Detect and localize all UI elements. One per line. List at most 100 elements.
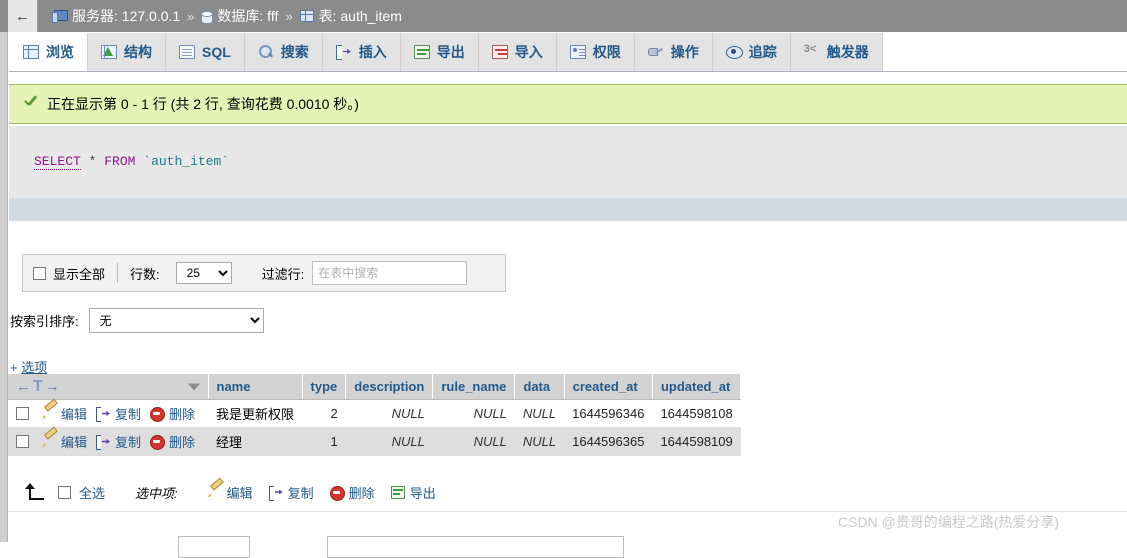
filter-rows-label: 过滤行:	[261, 266, 305, 282]
tab-sql-label: SQL	[202, 44, 231, 60]
delete-icon[interactable]	[150, 435, 166, 450]
column-header-description[interactable]: description	[345, 374, 434, 400]
table-icon	[299, 10, 314, 22]
tab-import-label: 导入	[514, 44, 543, 60]
row-actions-cell: 编辑 复制 删除	[8, 427, 208, 456]
tab-structure[interactable]: 结构	[87, 33, 166, 71]
column-header-nav[interactable]: ← T →	[8, 374, 209, 400]
bottom-input-partial[interactable]	[327, 536, 624, 558]
tab-triggers[interactable]: 触发器	[789, 33, 883, 71]
bulk-edit-button[interactable]: 编辑	[208, 483, 253, 502]
tab-insert-label: 插入	[358, 44, 387, 60]
cell-rule-name: NULL	[432, 427, 515, 456]
check-all-label[interactable]: 全选	[79, 483, 105, 502]
export-icon	[413, 45, 430, 59]
cell-description: NULL	[345, 427, 433, 456]
copy-icon[interactable]	[96, 435, 110, 450]
check-all-checkbox[interactable]	[58, 485, 71, 499]
tab-export[interactable]: 导出	[399, 33, 479, 71]
tab-operations[interactable]: 操作	[633, 33, 713, 71]
tab-tracking[interactable]: 追踪	[711, 33, 791, 71]
edit-icon	[208, 486, 222, 499]
rows-per-page-select[interactable]: 25	[175, 262, 232, 284]
row-copy-link[interactable]: 复制	[115, 404, 141, 423]
status-message: 正在显示第 0 - 1 行 (共 2 行, 查询花费 0.0010 秒。)	[9, 84, 1127, 124]
edit-icon[interactable]	[42, 435, 56, 448]
sql-query-panel: SELECT * FROM `auth_item`	[9, 126, 1127, 198]
tab-sql[interactable]: SQL	[165, 33, 245, 71]
bulk-export-button[interactable]: 导出	[390, 483, 436, 502]
structure-icon	[101, 45, 117, 59]
cell-description: NULL	[345, 399, 433, 428]
filter-rows-input[interactable]	[312, 261, 468, 285]
back-arrow-icon: ←	[15, 7, 30, 25]
copy-icon	[268, 485, 283, 501]
row-checkbox[interactable]	[16, 435, 29, 448]
tab-browse[interactable]: 浏览	[9, 33, 88, 71]
breadcrumb-database-label: 数据库: fff	[217, 8, 279, 24]
tab-export-label: 导出	[436, 44, 465, 60]
server-icon	[52, 9, 68, 23]
cell-type: 1	[302, 427, 346, 456]
select-all-arrow-icon	[22, 483, 44, 501]
delete-icon[interactable]	[150, 407, 166, 422]
back-button[interactable]: ←	[8, 0, 38, 32]
cell-name: 我是更新权限	[208, 399, 303, 428]
tab-structure-label: 结构	[124, 44, 152, 60]
cell-name: 经理	[208, 427, 303, 456]
column-header-data[interactable]: data	[514, 374, 565, 400]
sql-keyword-from: FROM	[104, 154, 136, 169]
breadcrumb-table[interactable]: 表: auth_item	[299, 6, 402, 26]
cell-data: NULL	[514, 399, 565, 428]
options-label: 选项	[21, 360, 48, 375]
tab-bar: 浏览 结构 SQL 搜索 插入 导出 导入 权限 操作 追踪 触发器	[9, 32, 1127, 72]
bulk-delete-button[interactable]: 删除	[329, 483, 375, 502]
sort-by-key-select[interactable]: 无	[88, 308, 264, 333]
column-header-name[interactable]: name	[208, 374, 303, 400]
edit-icon[interactable]	[42, 407, 56, 420]
check-icon	[23, 97, 39, 111]
cell-created-at: 1644596365	[564, 427, 653, 456]
tab-tracking-label: 追踪	[748, 44, 777, 60]
column-header-created-at[interactable]: created_at	[564, 374, 653, 400]
column-header-type[interactable]: type	[302, 374, 347, 400]
divider	[117, 263, 119, 283]
tab-import[interactable]: 导入	[477, 33, 557, 71]
tab-browse-label: 浏览	[46, 44, 74, 60]
column-header-rule-name[interactable]: rule_name	[432, 374, 516, 400]
insert-icon	[335, 45, 352, 60]
row-edit-link[interactable]: 编辑	[61, 432, 87, 451]
bottom-select-partial[interactable]	[178, 536, 250, 558]
row-delete-link[interactable]: 删除	[169, 432, 195, 451]
sql-keyword-select: SELECT	[34, 154, 81, 170]
breadcrumb-server-label: 服务器: 127.0.0.1	[72, 8, 181, 24]
tab-insert[interactable]: 插入	[321, 33, 401, 71]
nav-t-glyph: T	[33, 377, 43, 395]
copy-icon[interactable]	[96, 407, 110, 422]
sql-query-text[interactable]: SELECT * FROM `auth_item`	[34, 154, 229, 170]
column-header-updated-at[interactable]: updated_at	[652, 374, 742, 400]
chevron-down-icon[interactable]	[187, 383, 200, 390]
sql-panel-footer	[9, 198, 1127, 221]
triggers-icon	[804, 43, 820, 59]
row-delete-link[interactable]: 删除	[169, 404, 195, 423]
tab-privileges[interactable]: 权限	[555, 33, 635, 71]
table-row: 编辑 复制 删除 经理 1 NULL NULL NULL 1644596365 …	[8, 427, 741, 456]
results-options-bar: 显示全部 行数: 25 过滤行:	[22, 254, 506, 292]
breadcrumb-database[interactable]: 数据库: fff	[201, 6, 278, 26]
row-edit-link[interactable]: 编辑	[61, 404, 87, 423]
row-copy-link[interactable]: 复制	[115, 432, 141, 451]
bulk-copy-button[interactable]: 复制	[268, 483, 314, 502]
bulk-copy-label: 复制	[287, 485, 314, 501]
show-all-checkbox[interactable]	[33, 266, 46, 280]
cell-type: 2	[302, 399, 346, 428]
tab-search-label: 搜索	[280, 44, 309, 60]
breadcrumb-server[interactable]: 服务器: 127.0.0.1	[52, 6, 180, 26]
cell-data: NULL	[514, 427, 565, 456]
table-row: 编辑 复制 删除 我是更新权限 2 NULL NULL NULL 1644596…	[8, 399, 741, 428]
tab-search[interactable]: 搜索	[243, 33, 323, 71]
options-plus-icon: +	[10, 360, 18, 375]
bulk-export-label: 导出	[409, 485, 436, 501]
row-checkbox[interactable]	[16, 407, 29, 420]
nav-right-arrow: →	[44, 378, 60, 395]
